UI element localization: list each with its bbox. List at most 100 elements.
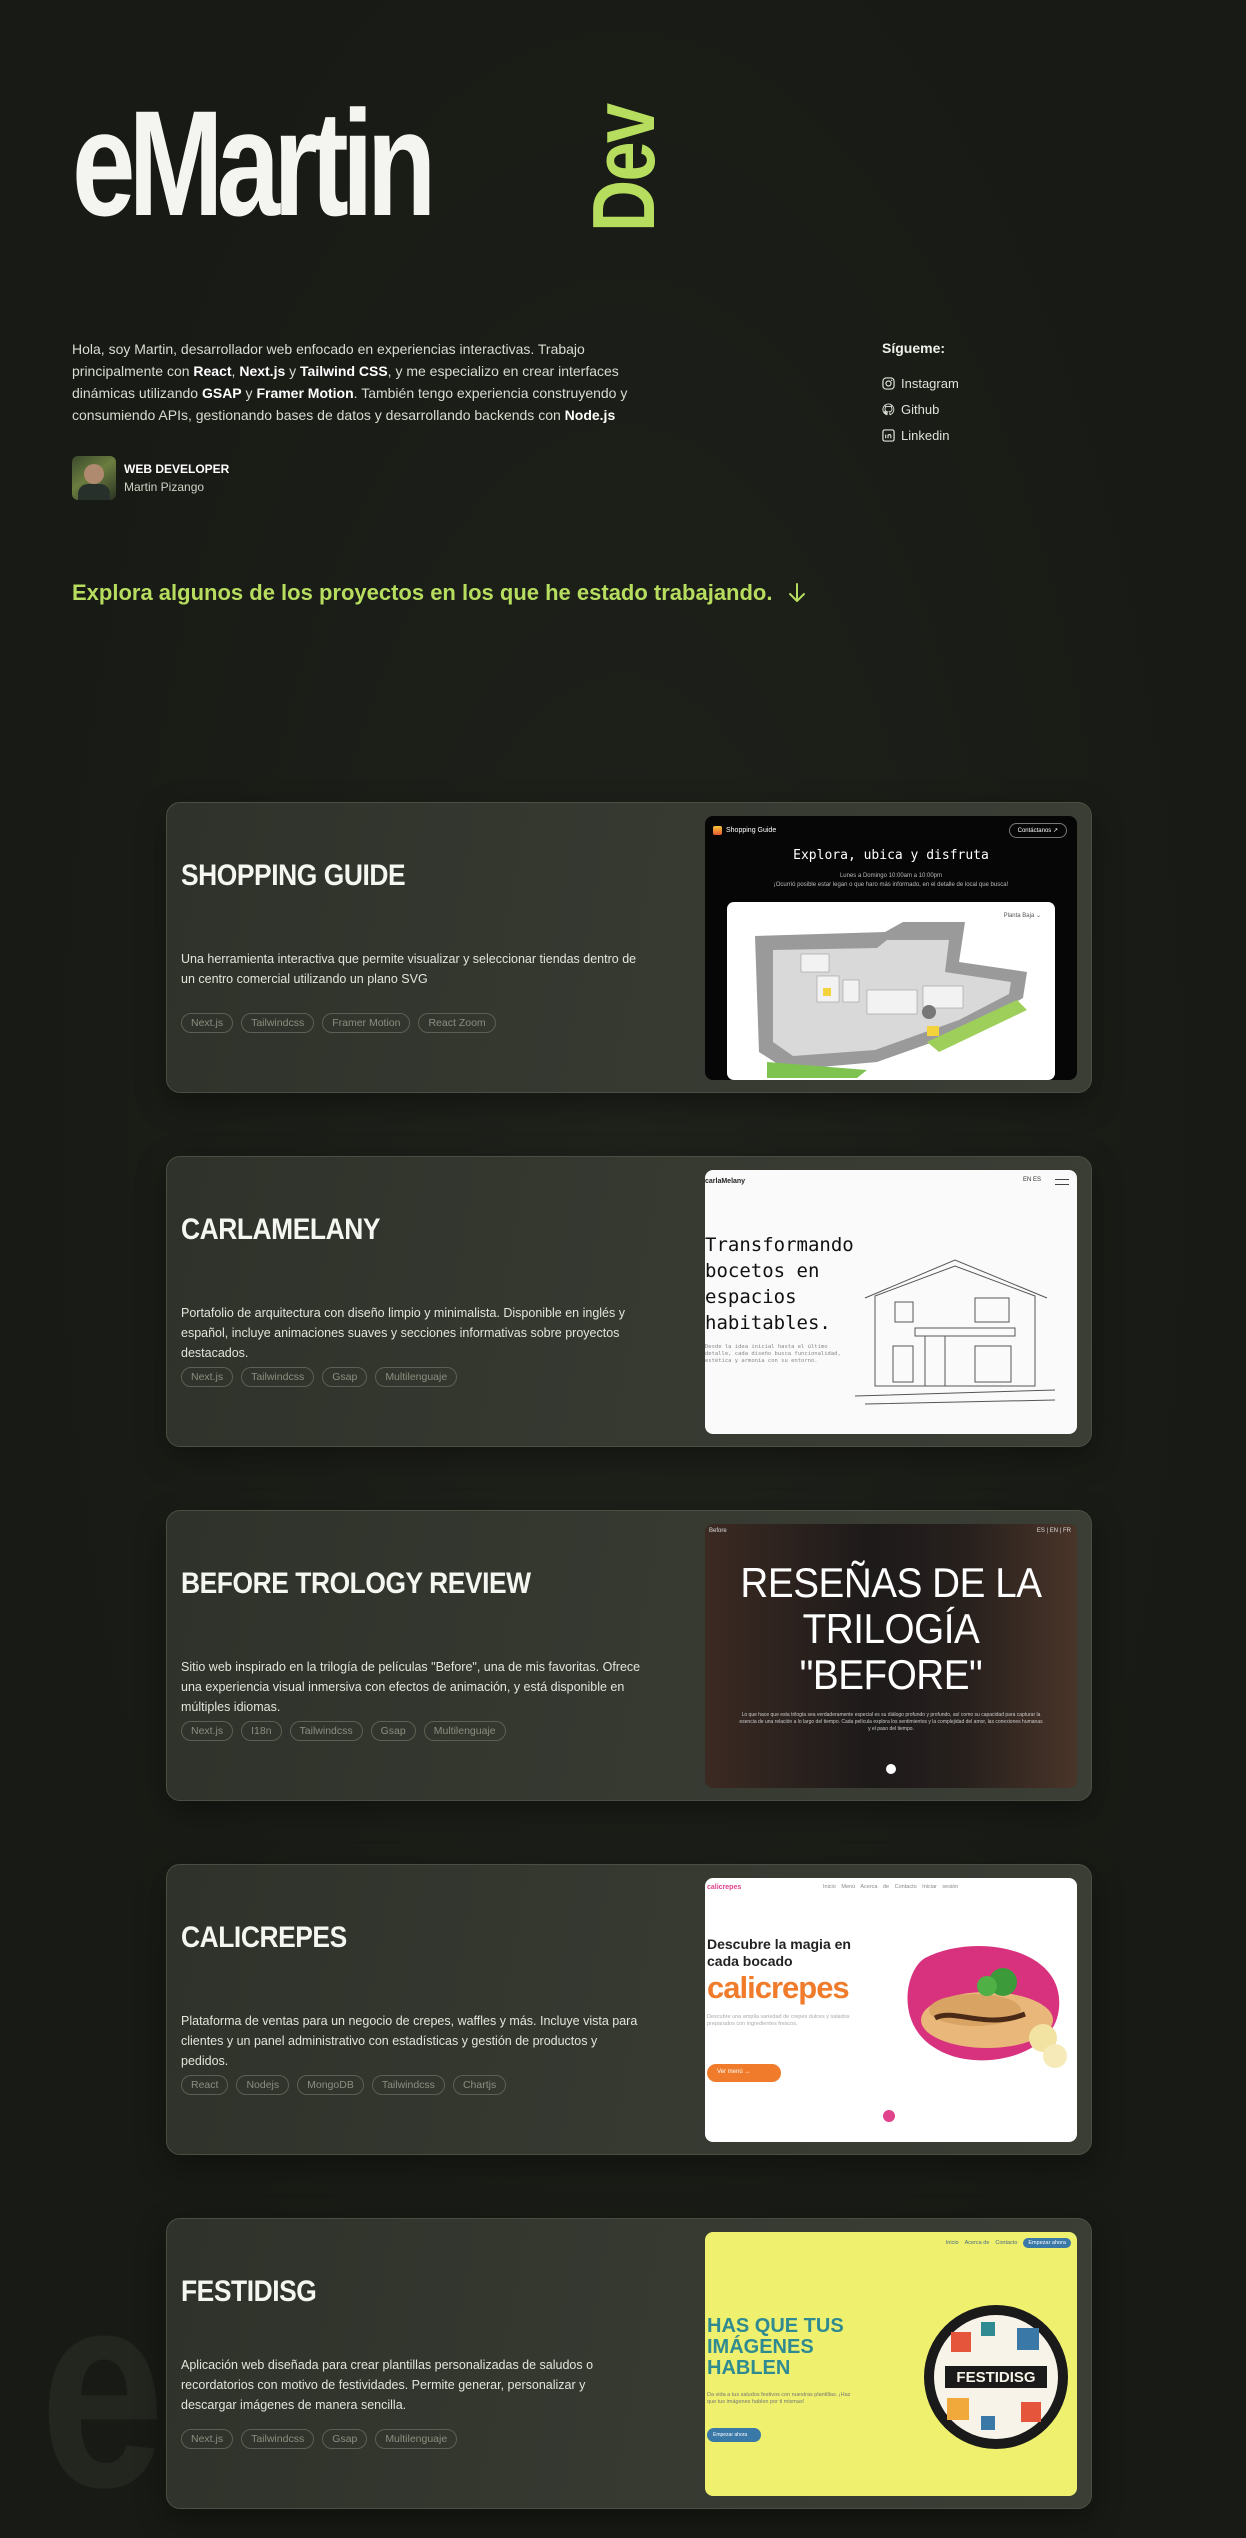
project-description: Sitio web inspirado en la trilogía de pe… [181,1660,641,1714]
project-card[interactable]: SHOPPING GUIDE Una herramienta interacti… [166,802,1092,1093]
shot-heading: Explora, ubica y disfruta [793,848,989,863]
shot-nav: Inicio Menú Acerca de Contacto Iniciar s… [823,1884,959,1890]
shot-heading: Transformando bocetos en espacios habita… [705,1234,854,1334]
project-card[interactable]: CALICREPES Plataforma de ventas para un … [166,1864,1092,2155]
tech-tag: Gsap [370,1721,416,1741]
mall-map: Planta Baja ⌄ [727,902,1055,1080]
house-sketch-graphic [855,1259,1055,1405]
floor-select: Planta Baja ⌄ [1003,913,1041,919]
logo-name: eMartin [72,79,436,247]
logo-dev-suffix: Dev [574,104,673,232]
tech-tag: Tailwindcss [241,2429,315,2449]
project-tags: Next.js Tailwindcss Gsap Multilenguaje [181,2429,458,2449]
shopping-bag-icon [713,826,722,835]
tech-tag: Gsap [322,2429,368,2449]
tech-tag: Tailwindcss [241,1367,315,1387]
avatar [72,456,116,500]
portfolio-page: eMartin eMartin Dev Hola, soy Martin, de… [0,0,1246,2538]
shot-text: Da vida a tus saludos festivos con nuest… [707,2392,851,2405]
social-link-linkedin[interactable]: Linkedin [882,422,1082,448]
shot-heading: HAS QUE TUS IMÁGENES HABLEN [707,2315,844,2379]
tech-tag: MongoDB [297,2075,364,2095]
festidisg-badge-graphic: FESTIDISG [924,2305,1068,2449]
tech-tag: Multilenguaje [375,1367,458,1387]
tech-tag: Nodejs [236,2075,290,2095]
project-screenshot[interactable]: calicrepes Inicio Menú Acerca de Contact… [705,1878,1077,2142]
scroll-down-icon [886,1764,896,1774]
tech-tag: Next.js [181,1367,234,1387]
floor-plan-graphic [755,922,1027,1078]
scroll-down-icon [883,2110,895,2122]
shot-logo: Shopping Guide [713,826,776,835]
shot-text: Descubre una amplia variedad de crepes d… [707,2014,850,2027]
tech-tag: Next.js [181,2429,234,2449]
project-description: Aplicación web diseñada para crear plant… [181,2358,594,2412]
github-icon [882,402,895,415]
shot-subtext: Lunes a Domingo 10:00am a 10:00pm ¡Ocurri… [773,873,1009,888]
project-title: SHOPPING GUIDE [181,859,406,892]
shot-cta-button: Ver menú → [707,2064,781,2082]
project-description: Una herramienta interactiva que permite … [181,952,637,986]
project-title: CARLAMELANY [181,1213,381,1246]
project-screenshot[interactable]: carlaMelany EN ES Transformando bocetos … [705,1170,1077,1434]
tech-tag: Next.js [181,1721,234,1741]
shot-text: Desde la idea inicial hasta el último de… [705,1344,841,1364]
author-role: WEB DEVELOPER [124,462,230,476]
shot-logo: carlaMelany [705,1178,746,1185]
tech-tag: Gsap [322,1367,368,1387]
instagram-icon [882,376,895,390]
project-tags: React Nodejs MongoDB Tailwindcss Chartjs [181,2075,507,2095]
shot-heading: RESEÑAS DE LA TRILOGÍA "BEFORE" [740,1559,1042,1698]
social-links: Sígueme: Instagram Github Linkedin [882,340,1082,448]
project-description: Portafolio de arquitectura con diseño li… [181,1306,625,1360]
linkedin-icon [882,428,895,442]
social-label: Github [901,401,940,417]
tech-tag: Tailwindcss [371,2075,445,2095]
badge-text: FESTIDISG [956,2369,1035,2386]
tech-tag: React Zoom [418,1013,496,1033]
tech-tag: Tailwindcss [289,1721,363,1741]
project-description: Plataforma de ventas para un negocio de … [181,2014,638,2068]
follow-title: Sígueme: [882,340,946,356]
menu-icon [1055,1179,1069,1185]
social-label: Instagram [901,375,959,391]
crepes-image [907,1945,1067,2068]
project-title: CALICREPES [181,1921,347,1954]
project-tags: Next.js Tailwindcss Framer Motion React … [181,1013,496,1033]
shot-cta-button: Empezar ahora [707,2428,761,2442]
shot-contact-button: Contáctanos ↗ [1008,823,1067,838]
projects-intro: Explora algunos de los proyectos en los … [72,580,807,606]
tech-tag: Tailwindcss [241,1013,315,1033]
shot-language-switch: EN ES [1022,1177,1041,1183]
shot-logo: calicrepes [707,1884,742,1891]
shot-nav: Inicio Acerca de Contacto Empezar ahora [946,2238,1071,2248]
shot-text: Lo que hace que esta trilogía sea verdad… [739,1712,1043,1732]
project-card[interactable]: CARLAMELANY Portafolio de arquitectura c… [166,1156,1092,1447]
project-card[interactable]: FESTIDISG Aplicación web diseñada para c… [166,2218,1092,2509]
tech-tag: React [181,2075,229,2095]
author-block: WEB DEVELOPER Martin Pizango [72,456,229,500]
projects-intro-text: Explora algunos de los proyectos en los … [72,580,773,605]
project-title: FESTIDISG [181,2275,317,2308]
social-label: Linkedin [901,427,950,443]
project-screenshot[interactable]: Before ES | EN | FR RESEÑAS DE LA TRILOGÍ… [705,1524,1077,1788]
social-link-github[interactable]: Github [882,396,1082,422]
shot-brand: calicrepes [707,1970,850,2005]
arrow-down-icon [788,583,805,602]
intro-text: Hola, soy Martin, desarrollador web enfo… [72,341,628,423]
tech-tag: Next.js [181,1013,234,1033]
project-screenshot[interactable]: Shopping Guide Contáctanos ↗ Explora, ub… [705,816,1077,1080]
project-card[interactable]: BEFORE TROLOGY REVIEW Sitio web inspirad… [166,1510,1092,1801]
project-tags: Next.js I18n Tailwindcss Gsap Multilengu… [181,1721,506,1741]
tech-tag: Multilenguaje [423,1721,506,1741]
project-tags: Next.js Tailwindcss Gsap Multilenguaje [181,1367,458,1387]
shot-heading: Descubre la magia en cada bocado [707,1936,851,1969]
author-name: Martin Pizango [124,480,205,494]
tech-tag: Framer Motion [322,1013,411,1033]
project-title: BEFORE TROLOGY REVIEW [181,1567,531,1600]
tech-tag: Chartjs [452,2075,507,2095]
tech-tag: Multilenguaje [375,2429,458,2449]
project-screenshot[interactable]: Inicio Acerca de Contacto Empezar ahora HAS… [705,2232,1077,2496]
shot-nav: Before ES | EN | FR [709,1528,1071,1534]
social-link-instagram[interactable]: Instagram [882,370,1082,396]
